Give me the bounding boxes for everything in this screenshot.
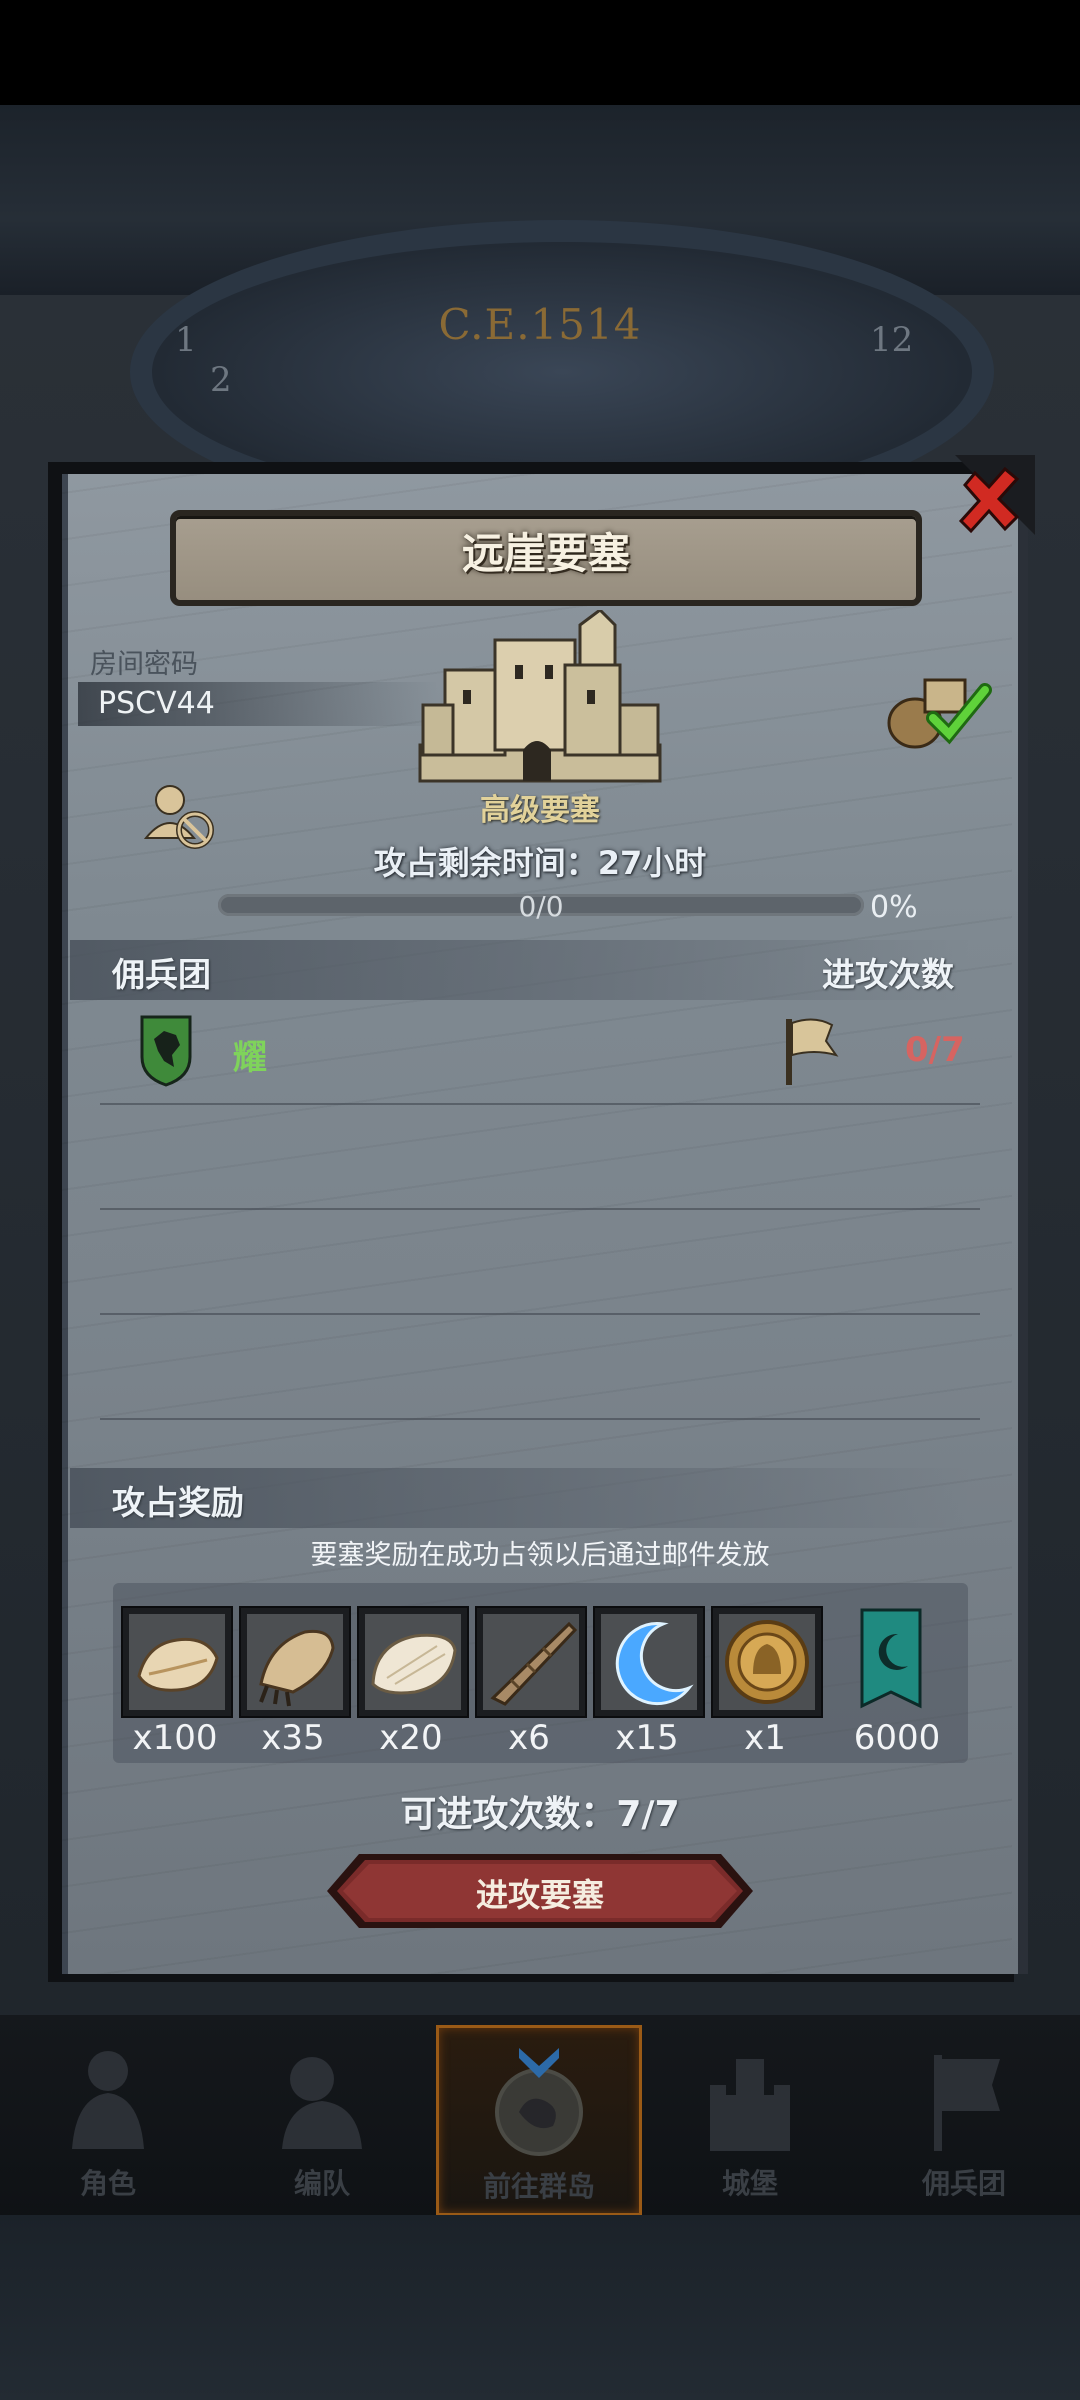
close-x-icon[interactable] bbox=[945, 455, 1035, 545]
mercenary-name[interactable]: 耀 bbox=[233, 1030, 267, 1079]
reward-slot[interactable] bbox=[593, 1606, 705, 1718]
attack-count-header-label: 进攻次数 bbox=[822, 955, 954, 994]
fur-pelt-icon bbox=[137, 1637, 219, 1692]
clock-numeral: 1 bbox=[175, 320, 197, 360]
character-icon bbox=[72, 2051, 144, 2149]
row-divider bbox=[100, 1103, 980, 1105]
nav-item-castle[interactable]: 城堡 bbox=[650, 2025, 850, 2210]
reward-qty: x1 bbox=[744, 1718, 786, 1758]
reward-qty: x15 bbox=[615, 1718, 679, 1758]
reward-slot[interactable] bbox=[121, 1606, 233, 1718]
room-code-value[interactable]: PSCV44 bbox=[98, 686, 215, 721]
clock-numeral: 2 bbox=[210, 360, 232, 400]
beast-claw-icon bbox=[259, 1629, 335, 1707]
loot-claimed-icon[interactable] bbox=[875, 668, 995, 758]
room-code-label: 房间密码 bbox=[90, 649, 198, 680]
dialog-title: 远崖要塞 bbox=[461, 529, 630, 578]
reward-qty: x6 bbox=[508, 1718, 550, 1758]
progress-count: 0/0 bbox=[518, 890, 564, 923]
gold-medal-icon bbox=[725, 1620, 809, 1704]
fortress-type: 高级要塞 bbox=[480, 793, 600, 828]
reward-qty: 6000 bbox=[853, 1718, 941, 1758]
remaining-time: 攻占剩余时间：27小时 bbox=[373, 844, 707, 882]
attack-fortress-label: 进攻要塞 bbox=[475, 1876, 604, 1914]
progress-percent: 0% bbox=[870, 890, 918, 925]
reward-note: 要塞奖励在成功占领以后通过邮件发放 bbox=[310, 1540, 770, 1571]
row-divider bbox=[100, 1418, 980, 1420]
available-attempts: 可进攻次数：7/7 bbox=[400, 1794, 680, 1835]
clock-numeral: 12 bbox=[870, 320, 914, 360]
fortress-castle-icon bbox=[418, 610, 662, 783]
castle-icon bbox=[710, 2059, 790, 2151]
nav-label: 城堡 bbox=[721, 2167, 778, 2200]
reward-slot[interactable] bbox=[239, 1606, 351, 1718]
reward-header-label: 攻占奖励 bbox=[112, 1483, 244, 1522]
nav-item-islands[interactable]: 前往群岛 bbox=[436, 2025, 642, 2216]
islands-compass-icon bbox=[495, 2048, 583, 2156]
nav-label: 佣兵团 bbox=[921, 2167, 1006, 2200]
attack-count: 0/7 bbox=[905, 1030, 965, 1070]
row-divider bbox=[100, 1208, 980, 1210]
mercenary-emblem-icon bbox=[140, 1015, 192, 1087]
calendar-year: C.E.1514 bbox=[438, 300, 642, 349]
mercenary-header-label: 佣兵团 bbox=[112, 955, 211, 994]
formation-icon bbox=[282, 2057, 362, 2149]
white-fur-icon bbox=[371, 1633, 457, 1695]
reward-slot[interactable] bbox=[475, 1606, 587, 1718]
row-divider bbox=[100, 1313, 980, 1315]
horn-icon bbox=[490, 1621, 578, 1706]
status-bar-area bbox=[0, 0, 1080, 105]
bottom-band bbox=[0, 2215, 1080, 2400]
guild-banner-icon bbox=[860, 1608, 922, 1709]
nav-item-formation[interactable]: 编队 bbox=[222, 2025, 422, 2210]
reward-qty: x35 bbox=[261, 1718, 325, 1758]
nav-item-character[interactable]: 角色 bbox=[8, 2025, 208, 2210]
reward-slot[interactable] bbox=[711, 1606, 823, 1718]
mercenary-icon bbox=[934, 2055, 1000, 2151]
nav-label: 前往群岛 bbox=[482, 2170, 595, 2203]
crescent-gem-icon bbox=[615, 1622, 694, 1706]
reward-qty: x100 bbox=[132, 1718, 218, 1758]
attack-flag-icon bbox=[786, 1018, 839, 1085]
reward-slot[interactable] bbox=[357, 1606, 469, 1718]
nav-label: 角色 bbox=[79, 2167, 136, 2200]
nav-label: 编队 bbox=[293, 2167, 350, 2200]
nav-item-mercenary[interactable]: 佣兵团 bbox=[864, 2025, 1064, 2210]
reward-qty: x20 bbox=[379, 1718, 443, 1758]
